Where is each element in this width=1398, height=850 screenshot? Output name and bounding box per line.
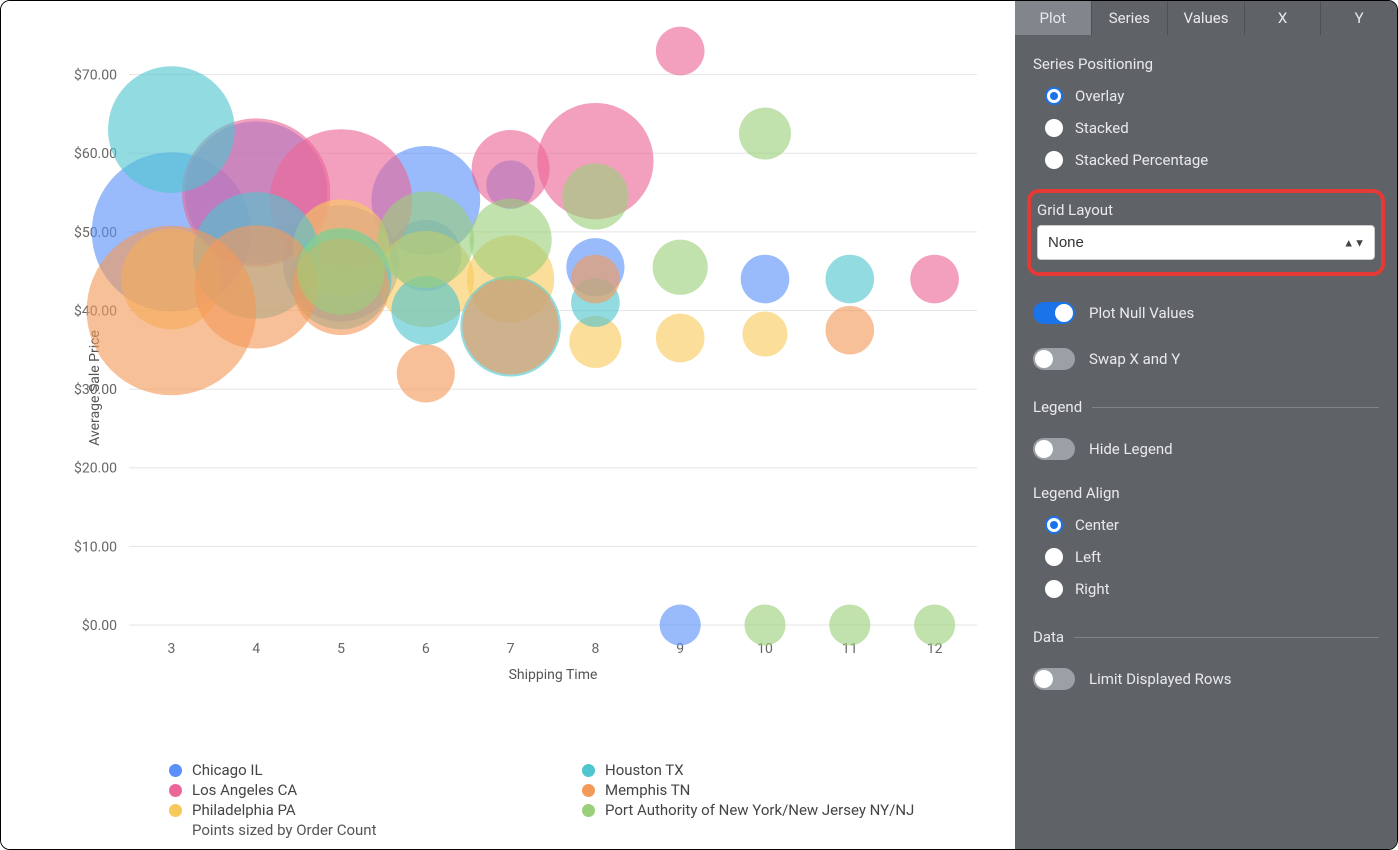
hide-legend-toggle[interactable] bbox=[1033, 438, 1075, 460]
swap-xy-label: Swap X and Y bbox=[1089, 350, 1180, 368]
tab-x[interactable]: X bbox=[1244, 1, 1321, 35]
series-positioning-option-stacked-percentage[interactable]: Stacked Percentage bbox=[1045, 151, 1379, 169]
legend-align-option-label: Right bbox=[1075, 580, 1109, 598]
tab-values[interactable]: Values bbox=[1167, 1, 1244, 35]
data-point[interactable] bbox=[656, 27, 705, 76]
series-positioning-option-label: Overlay bbox=[1075, 87, 1124, 105]
hide-legend-label: Hide Legend bbox=[1089, 440, 1173, 458]
data-point[interactable] bbox=[571, 255, 620, 304]
data-point[interactable] bbox=[462, 278, 558, 374]
legend-item[interactable]: Chicago IL bbox=[169, 761, 582, 779]
data-point[interactable] bbox=[829, 604, 870, 645]
svg-text:5: 5 bbox=[337, 641, 345, 657]
data-point[interactable] bbox=[825, 255, 874, 304]
legend-swatch-icon bbox=[582, 764, 595, 777]
series-positioning-option-overlay[interactable]: Overlay bbox=[1045, 87, 1379, 105]
radio-icon bbox=[1045, 548, 1063, 566]
series-positioning-option-label: Stacked Percentage bbox=[1075, 151, 1208, 169]
legend-align-label: Legend Align bbox=[1033, 484, 1379, 502]
legend-swatch-icon bbox=[169, 804, 182, 817]
legend-item[interactable]: Houston TX bbox=[582, 761, 995, 779]
svg-text:$60.00: $60.00 bbox=[74, 145, 117, 162]
legend-align-option-right[interactable]: Right bbox=[1045, 580, 1379, 598]
svg-text:Shipping Time: Shipping Time bbox=[509, 667, 598, 683]
tab-y[interactable]: Y bbox=[1320, 1, 1397, 35]
radio-icon bbox=[1045, 87, 1063, 105]
data-point[interactable] bbox=[397, 344, 455, 402]
data-point[interactable] bbox=[469, 199, 551, 281]
data-point[interactable] bbox=[297, 228, 384, 315]
legend-align-option-label: Left bbox=[1075, 548, 1101, 566]
legend-section-label: Legend bbox=[1033, 398, 1082, 416]
svg-text:6: 6 bbox=[422, 641, 430, 657]
legend-label: Philadelphia PA bbox=[192, 801, 296, 819]
data-point[interactable] bbox=[562, 163, 628, 229]
svg-text:$0.00: $0.00 bbox=[82, 617, 117, 634]
plot-null-toggle[interactable] bbox=[1033, 302, 1075, 324]
svg-text:$20.00: $20.00 bbox=[74, 460, 117, 477]
config-sidebar: PlotSeriesValuesXY Series Positioning Ov… bbox=[1015, 1, 1397, 849]
legend-label: Memphis TN bbox=[605, 781, 690, 799]
svg-text:$30.00: $30.00 bbox=[74, 381, 117, 398]
legend-item[interactable]: Port Authority of New York/New Jersey NY… bbox=[582, 801, 995, 819]
series-positioning-label: Series Positioning bbox=[1033, 55, 1379, 73]
data-section-label: Data bbox=[1033, 628, 1064, 646]
chart-pane: Average Sale Price $0.00$10.00$20.00$30.… bbox=[1, 1, 1015, 849]
legend-label: Los Angeles CA bbox=[192, 781, 297, 799]
data-point[interactable] bbox=[653, 240, 708, 295]
data-point[interactable] bbox=[378, 192, 474, 288]
bubble-chart: $0.00$10.00$20.00$30.00$40.00$50.00$60.0… bbox=[21, 21, 995, 755]
data-point[interactable] bbox=[744, 604, 785, 645]
data-point[interactable] bbox=[742, 312, 787, 357]
grid-layout-label: Grid Layout bbox=[1037, 201, 1375, 219]
legend-label: Port Authority of New York/New Jersey NY… bbox=[605, 801, 914, 819]
tab-series[interactable]: Series bbox=[1091, 1, 1168, 35]
legend-swatch-icon bbox=[169, 784, 182, 797]
legend-size-note: Points sized by Order Count bbox=[192, 821, 995, 839]
data-point[interactable] bbox=[660, 604, 701, 645]
data-point[interactable] bbox=[739, 108, 791, 160]
legend: Chicago IL Los Angeles CA Philadelphia PA H… bbox=[21, 755, 995, 839]
legend-align-option-label: Center bbox=[1075, 516, 1119, 534]
radio-icon bbox=[1045, 151, 1063, 169]
series-positioning-option-stacked[interactable]: Stacked bbox=[1045, 119, 1379, 137]
legend-item[interactable]: Memphis TN bbox=[582, 781, 995, 799]
data-point[interactable] bbox=[108, 66, 235, 193]
radio-icon bbox=[1045, 516, 1063, 534]
limit-rows-label: Limit Displayed Rows bbox=[1089, 670, 1231, 688]
legend-align-option-left[interactable]: Left bbox=[1045, 548, 1379, 566]
data-point[interactable] bbox=[910, 255, 959, 304]
legend-label: Chicago IL bbox=[192, 761, 263, 779]
legend-align-option-center[interactable]: Center bbox=[1045, 516, 1379, 534]
legend-item[interactable]: Philadelphia PA bbox=[169, 801, 582, 819]
legend-label: Houston TX bbox=[605, 761, 684, 779]
swap-xy-toggle[interactable] bbox=[1033, 348, 1075, 370]
legend-item[interactable]: Los Angeles CA bbox=[169, 781, 582, 799]
legend-swatch-icon bbox=[169, 764, 182, 777]
legend-swatch-icon bbox=[582, 804, 595, 817]
legend-swatch-icon bbox=[582, 784, 595, 797]
data-point[interactable] bbox=[914, 604, 955, 645]
grid-layout-select[interactable]: None bbox=[1037, 225, 1375, 260]
plot-null-label: Plot Null Values bbox=[1089, 304, 1194, 322]
data-point[interactable] bbox=[656, 314, 705, 363]
radio-icon bbox=[1045, 119, 1063, 137]
svg-text:7: 7 bbox=[507, 641, 515, 657]
data-point[interactable] bbox=[825, 306, 874, 355]
svg-text:4: 4 bbox=[252, 641, 260, 657]
svg-text:3: 3 bbox=[167, 641, 175, 657]
tab-plot[interactable]: Plot bbox=[1015, 1, 1091, 35]
grid-layout-highlight: Grid Layout None ▲▼ bbox=[1027, 189, 1385, 276]
svg-text:$70.00: $70.00 bbox=[74, 67, 117, 84]
limit-rows-toggle[interactable] bbox=[1033, 668, 1075, 690]
radio-icon bbox=[1045, 580, 1063, 598]
data-point[interactable] bbox=[741, 255, 790, 304]
series-positioning-option-label: Stacked bbox=[1075, 119, 1129, 137]
config-tabs: PlotSeriesValuesXY bbox=[1015, 1, 1397, 35]
svg-text:8: 8 bbox=[591, 641, 599, 657]
svg-text:$10.00: $10.00 bbox=[74, 538, 117, 555]
